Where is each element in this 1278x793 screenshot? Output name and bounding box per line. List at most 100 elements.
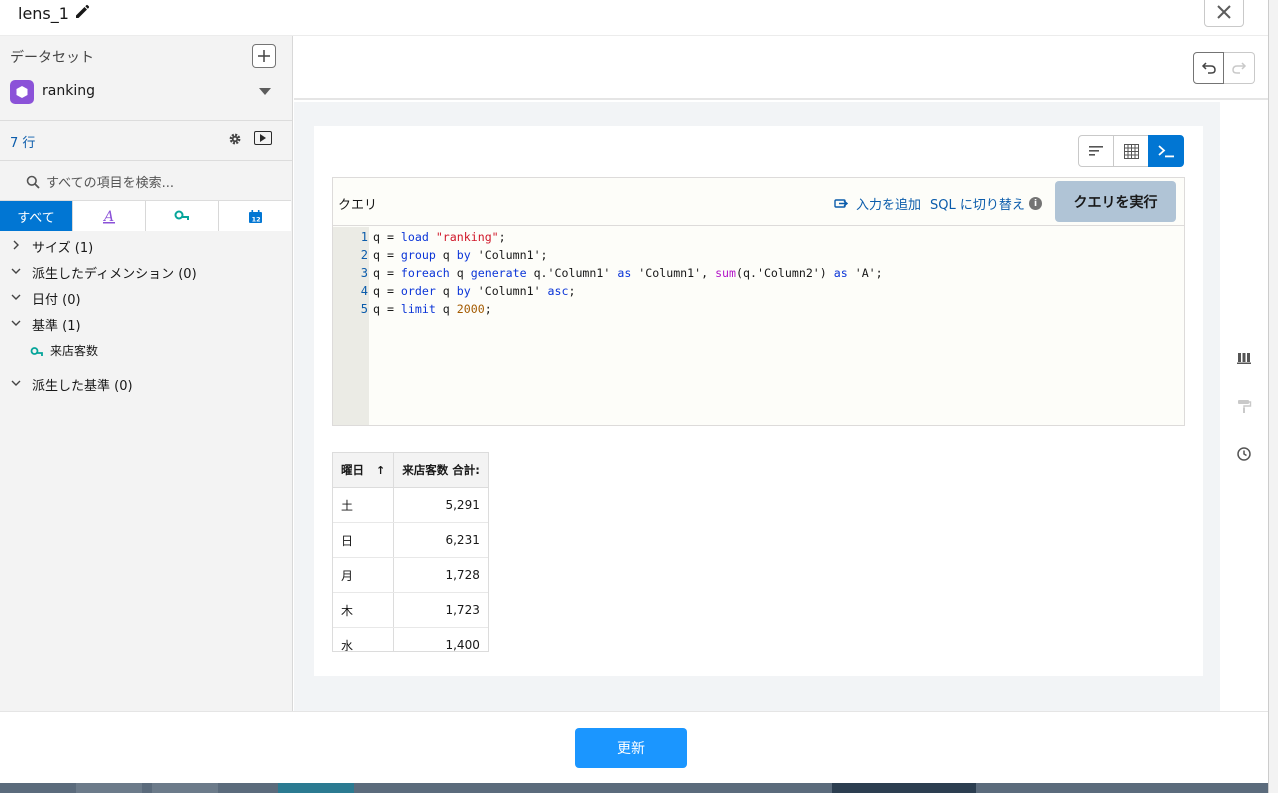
tab-all[interactable]: すべて — [0, 201, 73, 231]
tab-all-label: すべて — [17, 210, 55, 226]
background-right-panel — [1268, 0, 1278, 793]
divider — [0, 120, 292, 121]
table-row: 日 6,231 — [333, 522, 488, 558]
query-label: クエリ — [338, 198, 378, 213]
clock-icon[interactable] — [1236, 446, 1252, 462]
modal-footer: 更新 — [0, 711, 1268, 783]
line-number: 4 — [360, 284, 368, 298]
line-number: 1 — [360, 230, 368, 244]
close-button[interactable] — [1204, 0, 1244, 27]
tab-dates[interactable]: 12 — [219, 201, 291, 231]
info-icon[interactable]: i — [1029, 197, 1042, 210]
lens-modal: lens_1 データセット ranking 7 行 すべての項目を検索... す… — [0, 0, 1268, 783]
query-card: クエリ 入力を追加 SQL に切り替え i クエリを実行 1 2 3 4 5 q… — [314, 126, 1203, 676]
redo-button[interactable] — [1224, 52, 1255, 84]
field-type-tabs: すべて A 12 — [0, 200, 291, 231]
table-cell: 土 — [333, 487, 395, 523]
sort-ascending-icon: ↑ — [376, 464, 386, 477]
field-tree: サイズ (1) 派生したディメンション (0) 日付 (0) 基準 (1) 来店… — [0, 234, 292, 398]
main-toolbar — [294, 36, 1268, 100]
add-input-link[interactable]: 入力を追加 — [834, 194, 921, 213]
tree-field-label: 来店客数 — [50, 344, 99, 358]
chevron-right-icon — [13, 240, 19, 250]
code-line: q = foreach q generate q.'Column1' as 'C… — [373, 266, 883, 280]
field-search — [26, 173, 276, 193]
table-row: 木 1,723 — [333, 592, 488, 628]
tree-group-derived-measures[interactable]: 派生した基準 (0) — [0, 372, 292, 398]
gear-icon[interactable] — [228, 132, 242, 146]
sql-switch-link[interactable]: SQL に切り替え — [930, 194, 1025, 213]
line-number: 2 — [360, 248, 368, 262]
table-header-row: 曜日 ↑ 来店客数 合計: — [333, 452, 488, 488]
caret-down-icon[interactable] — [259, 88, 271, 95]
text-dimension-icon: A — [102, 209, 115, 224]
table-row: 月 1,728 — [333, 557, 488, 593]
run-query-button[interactable]: クエリを実行 — [1055, 181, 1176, 222]
preview-play-icon[interactable] — [254, 131, 272, 145]
code-line: q = order q by 'Column1' asc; — [373, 284, 576, 298]
table-cell: 1,400 — [393, 627, 488, 651]
background-segment — [76, 783, 142, 793]
line-number: 3 — [360, 266, 368, 280]
row-count: 7 行 — [10, 136, 36, 151]
column-header-label: 曜日 — [341, 463, 364, 477]
table-mode-button[interactable] — [1113, 135, 1149, 167]
tree-group-label: 派生した基準 (0) — [32, 379, 133, 394]
chevron-down-icon — [11, 268, 21, 274]
code-area[interactable]: q = load "ranking"; q = group q by 'Colu… — [373, 228, 1183, 318]
bar-chart-icon[interactable] — [1236, 350, 1252, 366]
line-number: 5 — [360, 302, 368, 316]
chevron-down-icon — [11, 320, 21, 326]
results-table-container: 曜日 ↑ 来店客数 合計: 土 5,291 日 6,231 月 1,728 木 1,72… — [332, 452, 489, 652]
tree-group-size[interactable]: サイズ (1) — [0, 234, 292, 260]
undo-icon — [1201, 62, 1216, 74]
update-button[interactable]: 更新 — [575, 728, 687, 768]
divider — [0, 160, 292, 161]
measure-icon — [30, 347, 43, 356]
add-dataset-button[interactable] — [252, 44, 276, 68]
tree-group-label: 基準 (1) — [32, 319, 81, 334]
line-numbers: 1 2 3 4 5 — [333, 228, 369, 318]
svg-text:12: 12 — [251, 215, 260, 223]
tree-field-visitors[interactable]: 来店客数 — [0, 338, 292, 364]
dataset-name: ranking — [42, 83, 95, 99]
chart-mode-icon — [1089, 146, 1103, 156]
tab-dimensions[interactable]: A — [73, 201, 146, 231]
dataset-icon — [10, 80, 34, 104]
table-grid-icon — [1123, 143, 1139, 159]
search-icon — [26, 175, 40, 189]
undo-redo-group — [1193, 52, 1256, 84]
column-header-visitors-sum[interactable]: 来店客数 合計: — [393, 452, 488, 488]
table-cell: 5,291 — [393, 487, 488, 523]
query-mode-button[interactable] — [1148, 135, 1184, 167]
table-row: 水 1,400 — [333, 627, 488, 651]
tree-group-derived-dimensions[interactable]: 派生したディメンション (0) — [0, 260, 292, 286]
tab-measures[interactable] — [146, 201, 219, 231]
view-mode-toggle — [1078, 135, 1185, 167]
undo-button[interactable] — [1193, 52, 1224, 84]
dataset-label: データセット — [10, 50, 94, 66]
chart-mode-button[interactable] — [1078, 135, 1114, 167]
plus-icon — [258, 50, 270, 62]
tree-group-dates[interactable]: 日付 (0) — [0, 286, 292, 312]
results-table: 曜日 ↑ 来店客数 合計: 土 5,291 日 6,231 月 1,728 木 1,72… — [333, 452, 488, 651]
edit-pencil-icon[interactable] — [74, 4, 90, 20]
search-input[interactable] — [46, 173, 276, 193]
table-cell: 月 — [333, 557, 395, 593]
code-line: q = load "ranking"; — [373, 230, 506, 244]
chevron-down-icon — [11, 294, 21, 300]
tree-group-label: 派生したディメンション (0) — [32, 267, 197, 282]
table-cell: 6,231 — [393, 522, 488, 558]
lens-canvas: クエリ 入力を追加 SQL に切り替え i クエリを実行 1 2 3 4 5 q… — [294, 102, 1220, 711]
background-segment — [152, 783, 218, 793]
paint-roller-icon[interactable] — [1236, 398, 1252, 414]
column-header-day[interactable]: 曜日 ↑ — [333, 452, 395, 488]
measure-icon — [174, 210, 189, 220]
table-cell: 日 — [333, 522, 395, 558]
dataset-selector[interactable]: ranking — [10, 80, 280, 104]
code-line: q = limit q 2000; — [373, 302, 492, 316]
table-row: 土 5,291 — [333, 487, 488, 523]
editor-header: クエリ 入力を追加 SQL に切り替え i クエリを実行 — [333, 178, 1184, 226]
tree-group-measures[interactable]: 基準 (1) — [0, 312, 292, 338]
